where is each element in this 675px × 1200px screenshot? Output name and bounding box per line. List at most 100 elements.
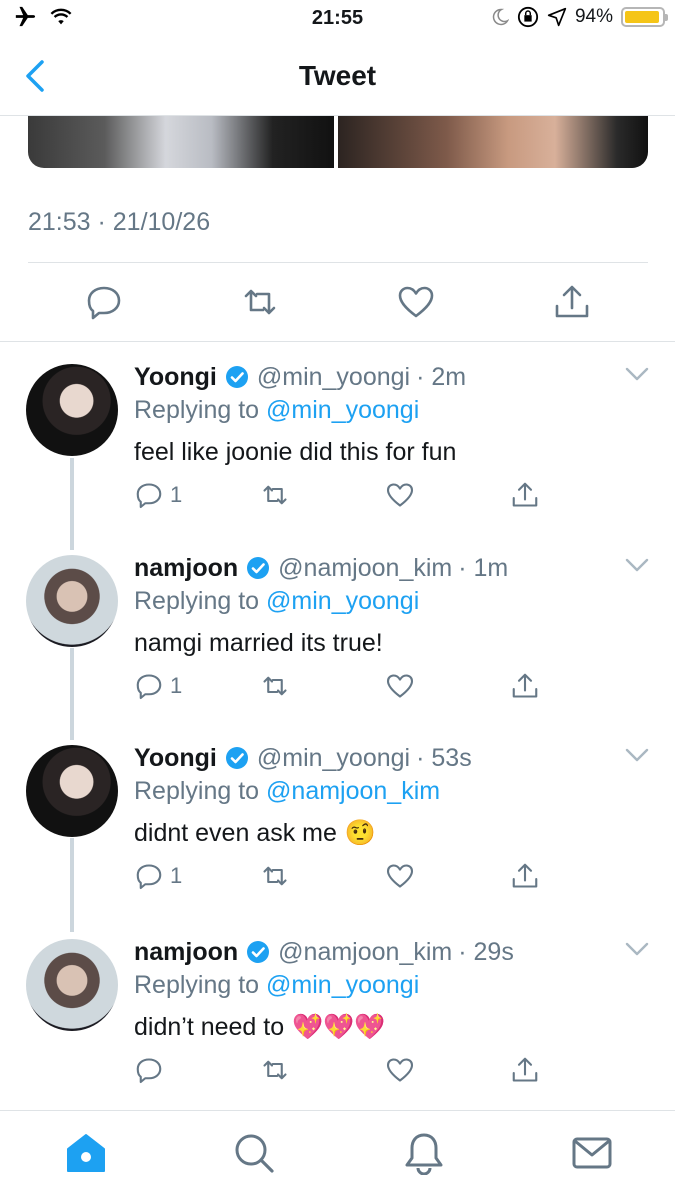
verified-badge-icon [225,747,248,769]
reply-time: · 2m [416,362,467,391]
notifications-icon[interactable] [402,1131,446,1175]
reply-button[interactable]: 1 [134,861,182,891]
battery-icon [621,7,668,27]
retweet-button[interactable] [260,861,290,891]
share-button[interactable] [510,671,540,701]
reply-icon [136,674,162,700]
replying-prefix: Replying to [134,396,260,424]
location-icon [547,7,567,27]
verified-badge-icon [247,557,270,579]
mention-link[interactable]: @min_yoongi [266,587,419,615]
replying-prefix: Replying to [134,971,260,999]
display-name[interactable]: Yoongi [134,363,217,392]
reply-time: · 53s [416,743,472,772]
reply-icon [136,1058,162,1084]
mention-link[interactable]: @min_yoongi [266,971,419,999]
reply-text-content: didn’t need to [134,1013,285,1041]
reply-time: · 29s [458,937,514,966]
reply-count: 1 [170,482,183,507]
share-icon [512,1057,538,1082]
avatar[interactable] [26,745,118,837]
reply-header: Yoongi @min_yoongi · 2m [134,360,466,394]
tweet-image-1[interactable] [28,116,334,168]
like-icon [386,483,414,507]
user-handle[interactable]: @min_yoongi [257,744,410,773]
retweet-icon [263,676,287,696]
reply-text-content: feel like joonie did this for fun [134,438,457,466]
display-name[interactable]: namjoon [134,554,238,583]
reply-button[interactable] [134,1055,170,1085]
like-icon [386,864,414,888]
reply-button[interactable]: 1 [134,671,182,701]
user-handle[interactable]: @namjoon_kim [278,938,452,967]
messages-icon[interactable] [570,1131,614,1175]
reply-icon [136,864,162,890]
avatar[interactable] [26,939,118,1031]
reply-button[interactable]: 1 [134,480,182,510]
tweet-media[interactable] [28,116,648,168]
share-icon[interactable] [552,282,592,322]
share-icon [512,482,538,507]
reply-emoji: 🤨 [344,819,377,847]
display-name[interactable]: namjoon [134,938,238,967]
mention-link[interactable]: @min_yoongi [266,396,419,424]
user-handle[interactable]: @namjoon_kim [278,554,452,583]
retweet-button[interactable] [260,1055,290,1085]
status-bar: 21:55 94% [0,0,675,38]
replying-to: Replying to @namjoon_kim [134,777,440,806]
replying-to: Replying to @min_yoongi [134,971,419,1000]
retweet-icon[interactable] [240,282,280,322]
reply-text: feel like joonie did this for fun [134,438,464,467]
tweet-action-bar [0,262,675,342]
nav-header: Tweet [0,38,675,116]
reply-header: namjoon @namjoon_kim · 1m [134,551,508,585]
avatar[interactable] [26,555,118,647]
chevron-down-icon[interactable] [625,747,649,763]
chevron-down-icon[interactable] [625,941,649,957]
thread-connector [70,648,74,740]
retweet-icon [263,1060,287,1080]
chevron-down-icon[interactable] [625,366,649,382]
retweet-button[interactable] [260,480,290,510]
like-button[interactable] [385,861,415,891]
display-name[interactable]: Yoongi [134,744,217,773]
user-handle[interactable]: @min_yoongi [257,363,410,392]
mention-link[interactable]: @namjoon_kim [266,777,440,805]
tweet-image-2[interactable] [338,116,648,168]
reply-time: · 1m [458,553,509,582]
reply-header: namjoon @namjoon_kim · 29s [134,935,514,969]
reply-action-bar: 1 [134,480,554,514]
like-icon [386,674,414,698]
tweet-timestamp: 21:53 · 21/10/26 [28,208,211,236]
like-button[interactable] [385,1055,415,1085]
reply-icon [136,483,162,509]
reply-count: 1 [170,863,183,888]
reply-icon[interactable] [84,282,124,322]
reply-action-bar: 1 [134,671,554,705]
like-icon[interactable] [396,282,436,322]
battery-percent: 94% [574,6,613,27]
page-title: Tweet [298,60,377,91]
reply-text: namgi married its true! [134,629,391,658]
reply-count: 1 [170,673,183,698]
reply-text-content: didnt even ask me [134,819,337,847]
tab-bar [0,1110,675,1200]
share-button[interactable] [510,480,540,510]
thread-connector [70,458,74,550]
reply-action-bar: 1 [134,861,554,895]
replying-to: Replying to @min_yoongi [134,587,419,616]
share-button[interactable] [510,1055,540,1085]
reply-text: didn’t need to 💖💖💖 [134,1013,386,1042]
reply-action-bar [134,1055,554,1089]
replying-prefix: Replying to [134,587,260,615]
search-icon[interactable] [232,1131,276,1175]
chevron-down-icon[interactable] [625,557,649,573]
home-icon[interactable] [64,1131,108,1175]
share-icon [512,863,538,888]
verified-badge-icon [247,941,270,963]
retweet-button[interactable] [260,671,290,701]
like-button[interactable] [385,671,415,701]
avatar[interactable] [26,364,118,456]
share-button[interactable] [510,861,540,891]
like-button[interactable] [385,480,415,510]
